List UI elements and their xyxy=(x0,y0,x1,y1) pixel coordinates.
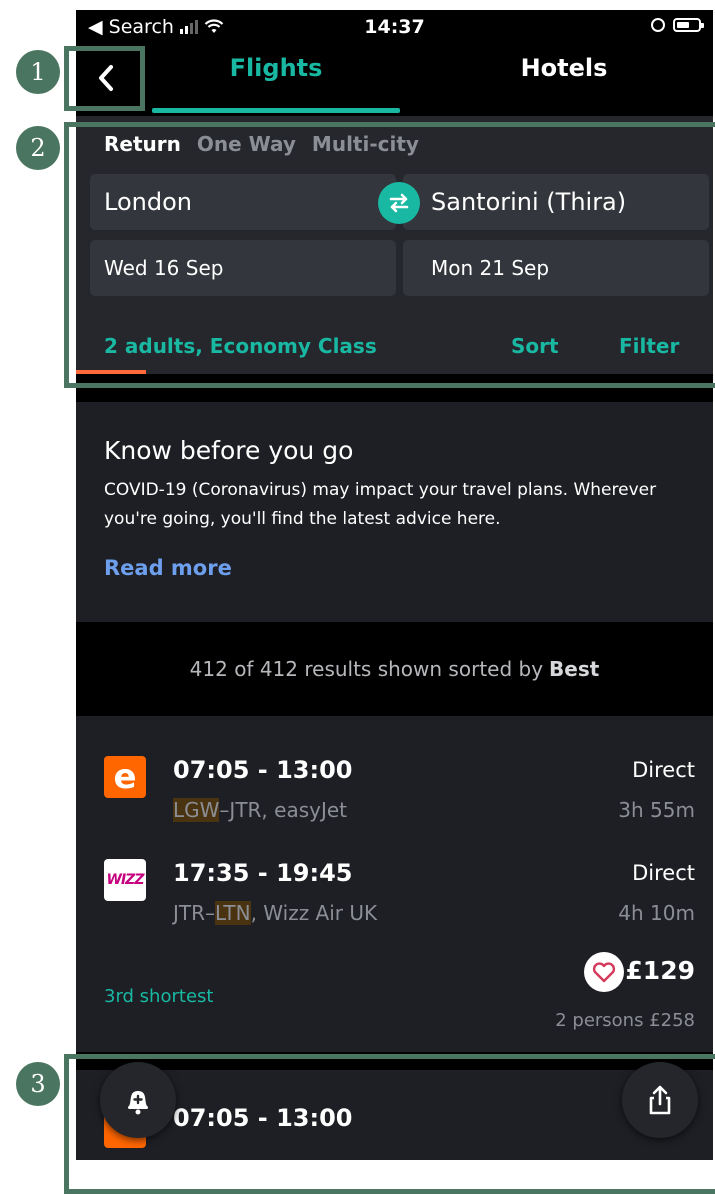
annotation-marker-3: 3 xyxy=(16,1062,60,1106)
inbound-route: JTR–LTN, Wizz Air UK xyxy=(173,901,377,925)
tab-flights[interactable]: Flights xyxy=(152,54,400,82)
active-tab-indicator xyxy=(152,108,400,113)
inbound-times: 17:35 - 19:45 xyxy=(173,859,353,887)
advisory-card: Know before you go COVID-19 (Coronavirus… xyxy=(76,402,713,622)
outbound-stops: Direct xyxy=(632,758,695,782)
annotation-box-1 xyxy=(64,46,145,111)
status-bar: ◀ Search 14:37 xyxy=(76,10,713,44)
advisory-title: Know before you go xyxy=(104,436,354,465)
annotation-marker-2: 2 xyxy=(16,126,60,170)
destination-airport: LTN xyxy=(215,901,251,925)
outbound-route-rest: –JTR, easyJet xyxy=(219,798,348,822)
status-time: 14:37 xyxy=(364,16,425,38)
wizz-air-logo: WIZZ xyxy=(104,859,146,901)
result-tag: 3rd shortest xyxy=(104,986,214,1007)
top-nav: Flights Hotels xyxy=(76,44,713,116)
results-sort-mode: Best xyxy=(549,657,600,681)
origin-airport: LGW xyxy=(173,798,220,822)
outbound-duration: 3h 55m xyxy=(618,798,695,822)
advisory-body: COVID-19 (Coronavirus) may impact your t… xyxy=(104,480,657,529)
inbound-stops: Direct xyxy=(632,861,695,885)
outbound-leg: e 07:05 - 13:00 LGW–JTR, easyJet Direct … xyxy=(76,754,713,834)
read-more-link[interactable]: Read more xyxy=(104,556,232,580)
easyjet-logo: e xyxy=(104,756,146,798)
inbound-leg: WIZZ 17:35 - 19:45 JTR–LTN, Wizz Air UK … xyxy=(76,857,713,937)
outbound-route: LGW–JTR, easyJet xyxy=(173,798,347,822)
rotation-lock-icon xyxy=(651,18,665,32)
price-total: 2 persons £258 xyxy=(555,1010,695,1031)
annotation-box-3 xyxy=(64,1054,715,1194)
flight-result-card[interactable]: e 07:05 - 13:00 LGW–JTR, easyJet Direct … xyxy=(76,716,713,1052)
results-summary: 412 of 412 results shown sorted by Best xyxy=(76,622,713,716)
save-favorite-button[interactable] xyxy=(584,952,624,992)
inbound-duration: 4h 10m xyxy=(618,901,695,925)
inbound-airline: , Wizz Air UK xyxy=(250,901,378,925)
tab-hotels[interactable]: Hotels xyxy=(476,54,652,82)
results-summary-text: 412 of 412 results shown sorted by xyxy=(189,657,544,681)
price: £129 xyxy=(625,956,695,985)
inbound-route-pre: JTR– xyxy=(173,901,216,925)
heart-icon xyxy=(592,962,616,983)
annotation-box-2 xyxy=(64,122,715,388)
outbound-times: 07:05 - 13:00 xyxy=(173,756,353,784)
battery-icon xyxy=(673,18,704,32)
status-right xyxy=(651,18,704,32)
annotation-marker-1: 1 xyxy=(16,50,60,94)
